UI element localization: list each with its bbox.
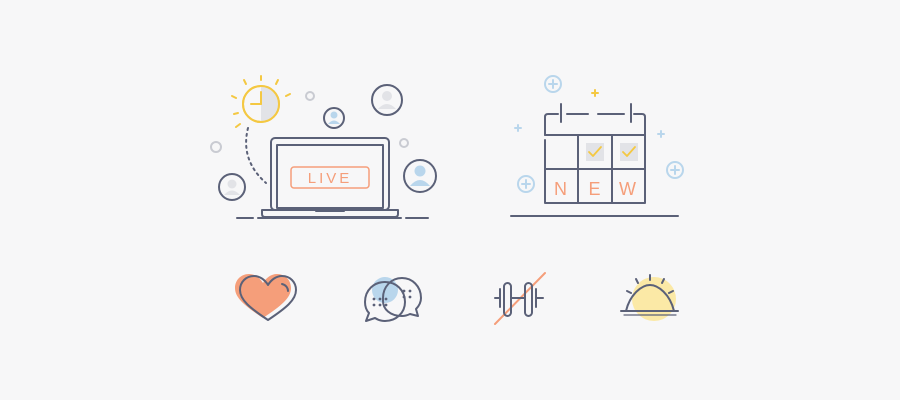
- decor-circle: [305, 91, 315, 101]
- live-badge: LIVE: [290, 166, 370, 189]
- decor-plus-circle: [666, 161, 684, 179]
- illustration-svg: LIVE N E W: [210, 75, 684, 325]
- calendar-grid: [510, 103, 679, 217]
- decor-plus-circle: [544, 75, 562, 93]
- decor-plus: [591, 89, 599, 97]
- calendar-cell-n: N: [554, 179, 570, 199]
- decor-plus-circle: [517, 175, 535, 193]
- dumbbell-cancelled-icon: [494, 272, 546, 325]
- decor-plus: [657, 130, 665, 138]
- calendar-cell-w: W: [619, 179, 639, 199]
- live-badge-label: LIVE: [308, 170, 353, 187]
- avatar-icon: [371, 84, 403, 116]
- calendar-new-icon: N E W: [510, 75, 684, 217]
- chat-bubbles-icon: [364, 277, 422, 322]
- decor-plus: [514, 124, 522, 132]
- decor-circle: [210, 141, 222, 153]
- avatar-icon: [323, 107, 345, 129]
- clock-sun-icon: [231, 75, 291, 128]
- sunrise-icon: [620, 274, 679, 321]
- live-stream-icon: LIVE: [210, 75, 437, 219]
- connection-dotted-line: [245, 127, 267, 184]
- illustration-canvas: LIVE N E W: [0, 0, 900, 400]
- avatar-icon: [403, 159, 437, 193]
- decor-circle: [399, 138, 409, 148]
- heart-icon: [235, 274, 297, 321]
- calendar-cell-e: E: [588, 179, 603, 199]
- avatar-icon: [218, 173, 246, 201]
